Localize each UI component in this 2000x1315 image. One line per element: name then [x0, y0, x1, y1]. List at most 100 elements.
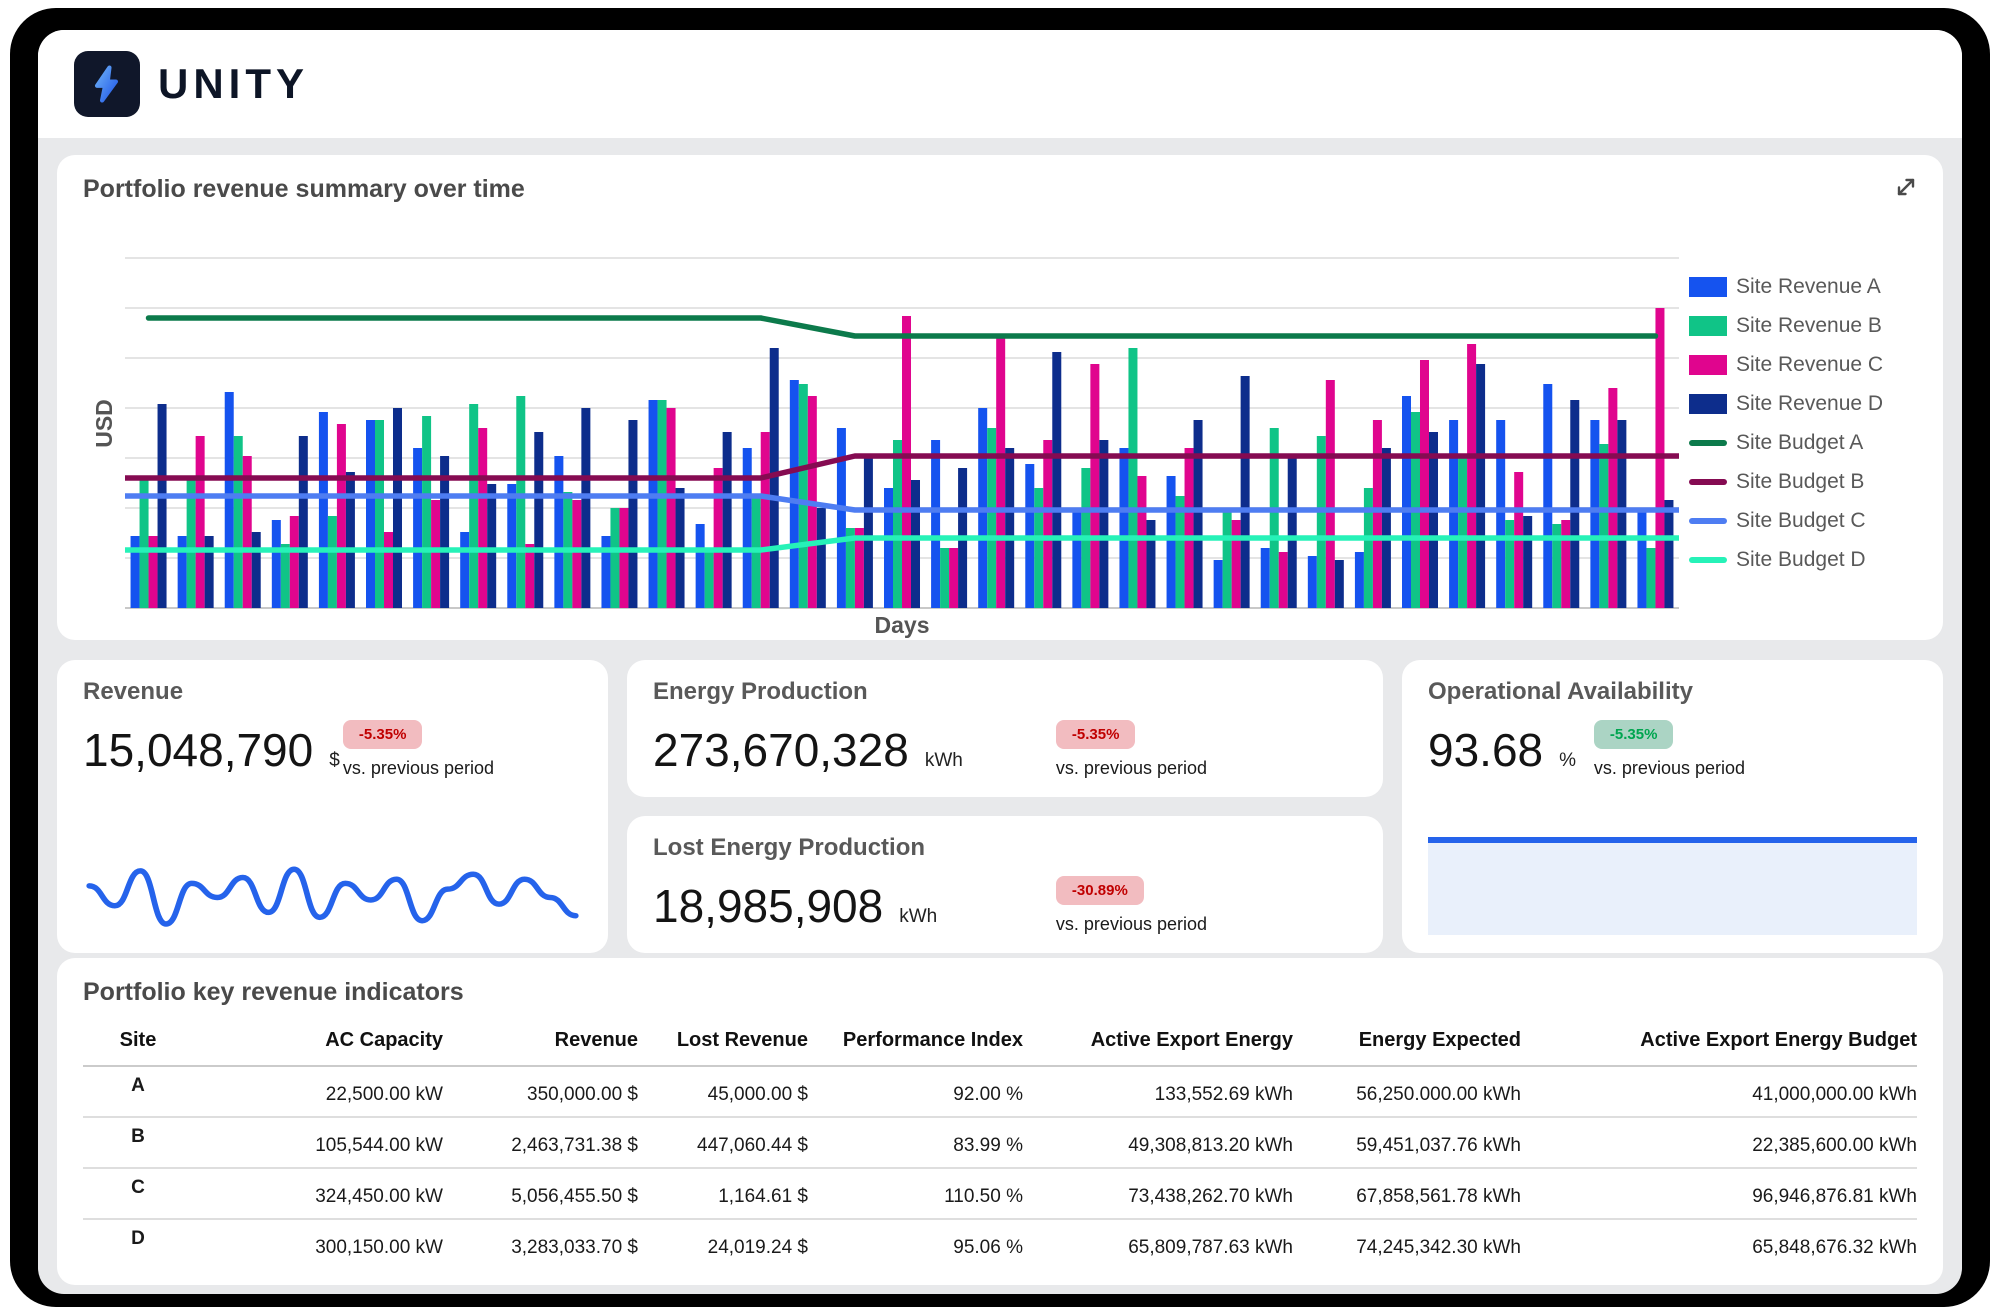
bar [196, 436, 205, 608]
table-cell: 67,858,561.78 kWh [1293, 1168, 1521, 1219]
bar [1308, 556, 1317, 608]
bar [1279, 552, 1288, 608]
availability-change-badge: -5.35% [1594, 720, 1674, 749]
bar [1317, 436, 1326, 608]
legend-item-site-budget-b[interactable]: Site Budget B [1689, 470, 1917, 494]
bar [469, 404, 478, 608]
bar [1646, 548, 1655, 608]
legend-label: Site Revenue C [1736, 353, 1883, 377]
bar [667, 408, 676, 608]
bar [460, 532, 469, 608]
bar [290, 516, 299, 608]
legend-item-site-budget-c[interactable]: Site Budget C [1689, 509, 1917, 533]
revenue-value: 15,048,790 [83, 723, 313, 777]
bar [817, 508, 826, 608]
bar [931, 440, 940, 608]
bar [131, 536, 140, 608]
table-cell: 73,438,262.70 kWh [1023, 1168, 1293, 1219]
table-cell: 324,450.00 kW [193, 1168, 443, 1219]
availability-area-chart [1428, 835, 1917, 935]
bar [1232, 520, 1241, 608]
legend-swatch-site-revenue-c [1689, 355, 1727, 375]
energy-production-unit: kWh [925, 750, 963, 772]
bar [1137, 476, 1146, 608]
bar [884, 488, 893, 608]
bar [516, 396, 525, 608]
expand-diagonal-icon [1892, 173, 1920, 201]
bar [619, 508, 628, 608]
legend-label: Site Budget B [1736, 470, 1864, 494]
legend-line-swatch-site-budget-c [1689, 518, 1727, 524]
bar [487, 484, 496, 608]
bar [1543, 384, 1552, 608]
bar [234, 436, 243, 608]
table-cell: 24,019.24 $ [638, 1219, 808, 1269]
table-header-site: Site [83, 1019, 193, 1066]
bar [1373, 420, 1382, 608]
app-header: UNITY [38, 30, 1962, 138]
bar [1496, 420, 1505, 608]
table-row-site-d: D300,150.00 kW3,283,033.70 $24,019.24 $9… [83, 1219, 1917, 1269]
legend-item-site-revenue-a[interactable]: Site Revenue A [1689, 275, 1917, 299]
energy-production-title: Energy Production [653, 678, 1357, 706]
table-cell: 133,552.69 kWh [1023, 1066, 1293, 1117]
table-header-row: SiteAC CapacityRevenueLost RevenuePerfor… [83, 1019, 1917, 1066]
legend-item-site-budget-d[interactable]: Site Budget D [1689, 548, 1917, 572]
bar [696, 524, 705, 608]
bar [1617, 420, 1626, 608]
bar [1599, 444, 1608, 608]
table-header-active-export-energy-budget: Active Export Energy Budget [1521, 1019, 1917, 1066]
energy-production-change-badge: -5.35% [1056, 720, 1136, 749]
bar [658, 400, 667, 608]
bar [790, 380, 799, 608]
table-header-lost-revenue: Lost Revenue [638, 1019, 808, 1066]
legend-item-site-revenue-c[interactable]: Site Revenue C [1689, 353, 1917, 377]
table-cell: 45,000.00 $ [638, 1066, 808, 1117]
sparkline-path [89, 869, 576, 924]
bar [902, 316, 911, 608]
table-cell: 110.50 % [808, 1168, 1023, 1219]
bar [1005, 448, 1014, 608]
legend-item-site-budget-a[interactable]: Site Budget A [1689, 431, 1917, 455]
availability-unit: % [1559, 750, 1576, 772]
table-row-site-c: C324,450.00 kW5,056,455.50 $1,164.61 $11… [83, 1168, 1917, 1219]
table-cell: 65,848,676.32 kWh [1521, 1219, 1917, 1269]
bar [1099, 440, 1108, 608]
legend-label: Site Budget C [1736, 509, 1866, 533]
bar [299, 436, 308, 608]
availability-area-fill [1428, 841, 1917, 935]
legend-line-swatch-site-budget-a [1689, 440, 1727, 446]
legend-line-swatch-site-budget-d [1689, 557, 1727, 563]
bar [1090, 364, 1099, 608]
lost-energy-unit: kWh [899, 906, 937, 928]
key-revenue-indicators-table: SiteAC CapacityRevenueLost RevenuePerfor… [83, 1019, 1917, 1269]
legend-item-site-revenue-b[interactable]: Site Revenue B [1689, 314, 1917, 338]
revenue-card: Revenue 15,048,790 $ -5.35% vs. previous… [57, 660, 608, 953]
revenue-change-badge: -5.35% [343, 720, 423, 749]
bar [714, 468, 723, 608]
bar [949, 548, 958, 608]
bar [534, 432, 543, 608]
app-window: UNITY Portfolio revenue summary over tim… [38, 30, 1962, 1294]
bar [601, 536, 610, 608]
table-cell: A [83, 1066, 193, 1117]
portfolio-revenue-chart [125, 208, 1679, 610]
bar [572, 500, 581, 608]
lost-energy-value: 18,985,908 [653, 879, 883, 933]
expand-chart-button[interactable] [1891, 173, 1921, 203]
availability-compare-label: vs. previous period [1594, 758, 1745, 779]
energy-production-card: Energy Production 273,670,328 kWh -5.35%… [627, 660, 1383, 797]
bar [761, 432, 770, 608]
bar [149, 536, 158, 608]
chart-title: Portfolio revenue summary over time [83, 175, 1917, 204]
y-axis-label: USD [91, 399, 118, 448]
table-row-site-b: B105,544.00 kW2,463,731.38 $447,060.44 $… [83, 1117, 1917, 1168]
bar [1420, 360, 1429, 608]
legend-item-site-revenue-d[interactable]: Site Revenue D [1689, 392, 1917, 416]
bar [1402, 396, 1411, 608]
revenue-compare-label: vs. previous period [343, 758, 494, 779]
bar [1072, 508, 1081, 608]
bar [1382, 448, 1391, 608]
bar [337, 424, 346, 608]
bar [1146, 520, 1155, 608]
